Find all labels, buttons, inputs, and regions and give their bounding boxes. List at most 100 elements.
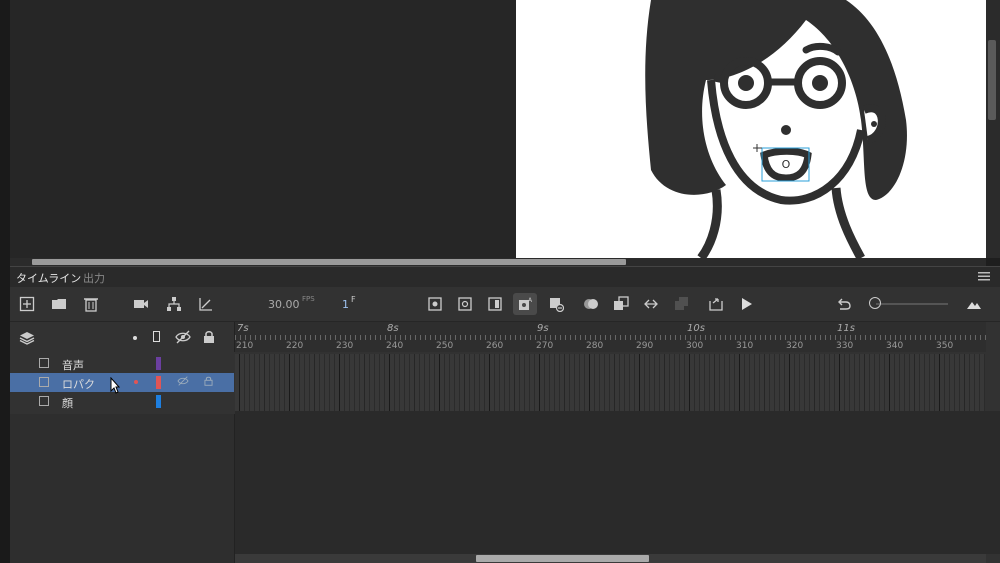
mountain-zoom-icon[interactable]	[965, 295, 983, 313]
frame-marker	[839, 392, 840, 411]
disabled-tool-icon	[672, 295, 690, 313]
clear-keyframe-icon[interactable]	[547, 295, 565, 313]
frame-row-audio[interactable]	[235, 354, 985, 373]
frame-marker	[314, 392, 315, 411]
frame-marker	[939, 373, 940, 392]
frame-row-lipsync[interactable]	[235, 373, 985, 392]
stage-pasteboard	[10, 0, 516, 258]
tab-timeline[interactable]: タイムライン	[16, 270, 81, 286]
panel-menu-icon[interactable]	[978, 271, 990, 281]
layer-row-lipsync[interactable]: ロパク	[10, 373, 234, 392]
undo-icon[interactable]	[835, 295, 853, 313]
frame-marker	[564, 373, 565, 392]
frame-marker	[739, 373, 740, 392]
layer-color-swatch[interactable]	[156, 357, 161, 370]
layer-name[interactable]: 顔	[62, 395, 73, 411]
frame-marker	[489, 392, 490, 411]
fps-value[interactable]: 30.00	[268, 298, 300, 311]
camera-icon[interactable]	[132, 295, 150, 313]
layer-color-swatch[interactable]	[156, 376, 161, 389]
auto-keyframe-icon[interactable]: A	[513, 293, 537, 315]
tab-output[interactable]: 出力	[83, 270, 105, 286]
frame-marker	[689, 373, 690, 392]
frame-marker	[664, 354, 665, 373]
frame-marker	[789, 392, 790, 411]
insert-frame-icon[interactable]	[486, 295, 504, 313]
highlight-dot-icon[interactable]	[133, 336, 137, 340]
timeline-horizontal-scrollbar[interactable]	[235, 554, 986, 563]
frames-grid[interactable]	[235, 354, 985, 411]
frame-row-face[interactable]	[235, 392, 985, 411]
outline-icon[interactable]	[153, 331, 160, 342]
play-icon[interactable]	[737, 295, 755, 313]
frame-marker	[464, 373, 465, 392]
layer-parenting-icon[interactable]	[165, 295, 183, 313]
frame-marker	[614, 392, 615, 411]
frame-marker	[839, 373, 840, 392]
frame-marker	[364, 373, 365, 392]
stage-canvas[interactable]: O	[516, 0, 986, 258]
timeline-toolbar: 30.00 FPS 1 F A	[10, 287, 1000, 322]
layers-stack-icon[interactable]	[19, 331, 35, 348]
frame-marker	[539, 354, 540, 373]
frame-marker	[889, 373, 890, 392]
zoom-slider[interactable]	[876, 303, 948, 305]
frame-marker	[639, 392, 640, 411]
ruler-frame-label: 300	[686, 341, 704, 351]
layer-highlight-dot[interactable]	[134, 380, 138, 384]
new-folder-icon[interactable]	[50, 295, 68, 313]
mouth-symbol: O	[782, 158, 791, 171]
graph-icon[interactable]	[197, 295, 215, 313]
zoom-slider-knob[interactable]	[869, 297, 881, 309]
frame-marker	[439, 354, 440, 373]
frame-marker	[514, 392, 515, 411]
stage-horizontal-scrollbar[interactable]	[10, 258, 986, 266]
left-gutter	[0, 0, 10, 563]
layer-row-audio[interactable]: 音声	[10, 354, 234, 373]
timeline-empty-area	[235, 411, 1000, 554]
timeline-horizontal-scroll-thumb[interactable]	[476, 555, 649, 562]
layer-color-swatch[interactable]	[156, 395, 161, 408]
eye-hidden-icon[interactable]	[175, 330, 191, 347]
frame-marker	[389, 373, 390, 392]
layer-visibility-icon[interactable]	[177, 376, 189, 389]
layer-name[interactable]: 音声	[62, 357, 84, 373]
loop-icon[interactable]	[707, 295, 725, 313]
current-frame-value[interactable]: 1	[342, 298, 349, 311]
frame-marker	[914, 373, 915, 392]
frame-marker	[614, 354, 615, 373]
layer-row-face[interactable]: 顔	[10, 392, 234, 411]
layer-type-icon	[39, 358, 49, 368]
new-layer-icon[interactable]	[18, 295, 36, 313]
stage-horizontal-scroll-thumb[interactable]	[32, 259, 626, 265]
frame-marker	[264, 354, 265, 373]
frame-marker	[339, 354, 340, 373]
frame-marker	[739, 354, 740, 373]
frame-marker	[489, 354, 490, 373]
insert-blank-keyframe-icon[interactable]	[456, 295, 474, 313]
stage-vertical-scroll-thumb[interactable]	[988, 40, 996, 120]
delete-icon[interactable]	[82, 295, 100, 313]
frame-marker	[414, 373, 415, 392]
frame-marker	[589, 392, 590, 411]
frame-marker	[914, 354, 915, 373]
timeline-ruler[interactable]: 7s 8s 9s 10s 11s 210 220 230 240 250 260…	[235, 322, 986, 352]
lock-icon[interactable]	[203, 330, 215, 347]
frame-marker	[639, 354, 640, 373]
frame-marker	[789, 373, 790, 392]
frame-marker	[814, 354, 815, 373]
layer-lock-icon[interactable]	[204, 376, 213, 389]
swap-icon[interactable]	[642, 295, 660, 313]
frame-marker	[564, 354, 565, 373]
ruler-frame-label: 340	[886, 341, 904, 351]
onion-skin-icon[interactable]	[582, 295, 600, 313]
frame-marker	[689, 354, 690, 373]
frame-marker	[964, 392, 965, 411]
frame-marker	[539, 392, 540, 411]
edit-multiple-frames-icon[interactable]	[612, 295, 630, 313]
insert-keyframe-icon[interactable]	[426, 295, 444, 313]
frame-marker	[789, 354, 790, 373]
layer-name[interactable]: ロパク	[62, 376, 95, 392]
frame-marker	[714, 392, 715, 411]
stage-vertical-scrollbar[interactable]	[986, 0, 1000, 258]
